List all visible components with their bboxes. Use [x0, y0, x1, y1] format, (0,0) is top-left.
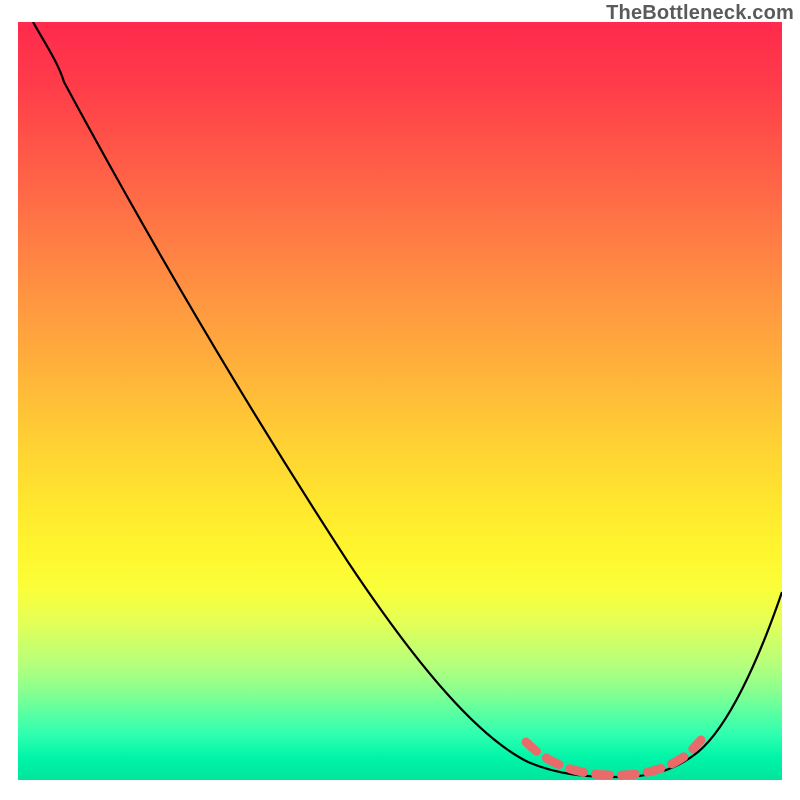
bottleneck-chart: TheBottleneck.com [0, 0, 800, 800]
bottleneck-curve-line [33, 22, 782, 777]
watermark-text: TheBottleneck.com [606, 2, 794, 25]
chart-svg [18, 22, 782, 780]
